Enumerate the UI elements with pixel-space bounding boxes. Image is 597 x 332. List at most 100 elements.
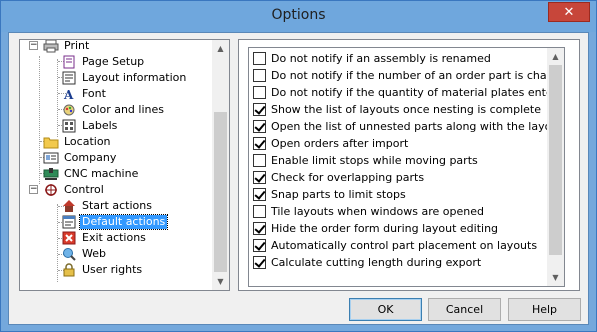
ok-button[interactable]: OK bbox=[349, 298, 422, 321]
labels-icon bbox=[60, 119, 77, 134]
option-checkbox[interactable] bbox=[253, 69, 266, 82]
options-tree: − − Print Page Setup Layout information bbox=[19, 39, 230, 291]
option-row[interactable]: Tile layouts when windows are opened bbox=[253, 203, 484, 220]
options-scrollbar[interactable]: ▲ ▼ bbox=[547, 48, 564, 286]
tree-item-label: Start actions bbox=[82, 199, 152, 212]
option-row[interactable]: Snap parts to limit stops bbox=[253, 186, 406, 203]
page-setup-icon bbox=[60, 55, 77, 70]
option-checkbox[interactable] bbox=[253, 171, 266, 184]
option-checkbox[interactable] bbox=[253, 103, 266, 116]
close-button[interactable]: ✕ bbox=[548, 2, 590, 22]
option-row[interactable]: Do not notify if the quantity of materia… bbox=[253, 84, 564, 101]
option-row[interactable]: Open orders after import bbox=[253, 135, 408, 152]
tree-item-layout-information[interactable]: Layout information bbox=[60, 70, 188, 86]
option-label: Do not notify if an assembly is renamed bbox=[271, 52, 491, 65]
option-checkbox[interactable] bbox=[253, 239, 266, 252]
window-title: Options bbox=[271, 7, 326, 23]
exit-actions-icon bbox=[60, 231, 77, 246]
option-label: Open the list of unnested parts along wi… bbox=[271, 120, 563, 133]
tree-item-label: Default actions bbox=[78, 214, 169, 230]
option-label: Enable limit stops while moving parts bbox=[271, 154, 478, 167]
option-row[interactable]: Show the list of layouts once nesting is… bbox=[253, 101, 541, 118]
option-label: Do not notify if the number of an order … bbox=[271, 69, 565, 82]
tree-item-label: Company bbox=[64, 151, 117, 164]
layout-info-icon bbox=[60, 71, 77, 86]
tree-item-company[interactable]: Company bbox=[42, 150, 118, 166]
tree-item-start-actions[interactable]: Start actions bbox=[60, 198, 154, 214]
option-label: Calculate cutting length during export bbox=[271, 256, 482, 269]
scroll-down-icon[interactable]: ▼ bbox=[547, 269, 564, 286]
tree-item-user-rights[interactable]: User rights bbox=[60, 262, 144, 278]
tree-item-label: Exit actions bbox=[82, 231, 146, 244]
tree-item-cnc-machine[interactable]: CNC machine bbox=[42, 166, 140, 182]
svg-text:A: A bbox=[63, 88, 74, 101]
tree-item-web[interactable]: Web bbox=[60, 246, 108, 262]
tree-item-control[interactable]: Control bbox=[42, 182, 106, 198]
color-lines-icon bbox=[60, 103, 77, 118]
option-row[interactable]: Do not notify if the number of an order … bbox=[253, 67, 565, 84]
option-label: Check for overlapping parts bbox=[271, 171, 425, 184]
dialog-body: − − Print Page Setup Layout information bbox=[8, 32, 589, 325]
default-actions-icon bbox=[60, 215, 77, 230]
folder-icon bbox=[42, 135, 59, 150]
expander-print[interactable]: − bbox=[29, 41, 38, 50]
expander-control[interactable]: − bbox=[29, 185, 38, 194]
options-scroll-thumb[interactable] bbox=[549, 65, 562, 255]
option-label: Do not notify if the quantity of materia… bbox=[271, 86, 564, 99]
tree-item-label: Print bbox=[64, 39, 90, 52]
tree-item-label: CNC machine bbox=[64, 167, 139, 180]
tree-item-font[interactable]: A Font bbox=[60, 86, 108, 102]
tree-item-label: Layout information bbox=[82, 71, 187, 84]
tree-scrollbar[interactable]: ▲ ▼ bbox=[212, 40, 229, 290]
tree-item-label: Labels bbox=[82, 119, 118, 132]
tree-item-label: Color and lines bbox=[82, 103, 164, 116]
option-label: Snap parts to limit stops bbox=[271, 188, 406, 201]
option-checkbox[interactable] bbox=[253, 256, 266, 269]
option-checkbox[interactable] bbox=[253, 86, 266, 99]
option-row[interactable]: Do not notify if an assembly is renamed bbox=[253, 50, 491, 67]
cancel-button[interactable]: Cancel bbox=[428, 298, 501, 321]
option-label: Tile layouts when windows are opened bbox=[271, 205, 484, 218]
option-label: Open orders after import bbox=[271, 137, 409, 150]
tree-item-label: Font bbox=[82, 87, 106, 100]
options-window: Options ✕ − − Print Page Setup Layout in… bbox=[0, 0, 597, 332]
tree-item-print[interactable]: Print bbox=[42, 39, 91, 54]
web-icon bbox=[60, 247, 77, 262]
option-row[interactable]: Check for overlapping parts bbox=[253, 169, 424, 186]
tree-item-label: User rights bbox=[82, 263, 143, 276]
lock-icon bbox=[60, 263, 77, 278]
option-label: Show the list of layouts once nesting is… bbox=[271, 103, 541, 116]
title-bar[interactable]: Options ✕ bbox=[1, 1, 596, 32]
tree-item-labels[interactable]: Labels bbox=[60, 118, 119, 134]
option-checkbox[interactable] bbox=[253, 52, 266, 65]
option-row[interactable]: Enable limit stops while moving parts bbox=[253, 152, 478, 169]
option-checkbox[interactable] bbox=[253, 120, 266, 133]
option-row[interactable]: Hide the order form during layout editin… bbox=[253, 220, 498, 237]
option-row[interactable]: Calculate cutting length during export bbox=[253, 254, 481, 271]
scroll-up-icon[interactable]: ▲ bbox=[547, 48, 564, 65]
option-row[interactable]: Automatically control part placement on … bbox=[253, 237, 537, 254]
tree-item-default-actions[interactable]: Default actions bbox=[60, 214, 169, 230]
tree-item-exit-actions[interactable]: Exit actions bbox=[60, 230, 148, 246]
options-panel: Do not notify if an assembly is renamed … bbox=[238, 39, 580, 291]
option-checkbox[interactable] bbox=[253, 188, 266, 201]
tree-scroll-thumb[interactable] bbox=[214, 112, 227, 272]
tree-item-label: Control bbox=[64, 183, 104, 196]
option-checkbox[interactable] bbox=[253, 137, 266, 150]
font-icon: A bbox=[60, 87, 77, 102]
option-label: Hide the order form during layout editin… bbox=[271, 222, 499, 235]
company-icon bbox=[42, 151, 59, 166]
scroll-down-icon[interactable]: ▼ bbox=[212, 273, 229, 290]
help-button[interactable]: Help bbox=[508, 298, 581, 321]
option-checkbox[interactable] bbox=[253, 205, 266, 218]
tree-item-color-and-lines[interactable]: Color and lines bbox=[60, 102, 166, 118]
printer-icon bbox=[42, 40, 59, 54]
option-checkbox[interactable] bbox=[253, 154, 266, 167]
scroll-up-icon[interactable]: ▲ bbox=[212, 40, 229, 57]
option-row[interactable]: Open the list of unnested parts along wi… bbox=[253, 118, 563, 135]
options-list: Do not notify if an assembly is renamed … bbox=[248, 47, 565, 287]
tree-item-page-setup[interactable]: Page Setup bbox=[60, 54, 146, 70]
tree-item-label: Web bbox=[82, 247, 106, 260]
option-checkbox[interactable] bbox=[253, 222, 266, 235]
tree-item-location[interactable]: Location bbox=[42, 134, 113, 150]
